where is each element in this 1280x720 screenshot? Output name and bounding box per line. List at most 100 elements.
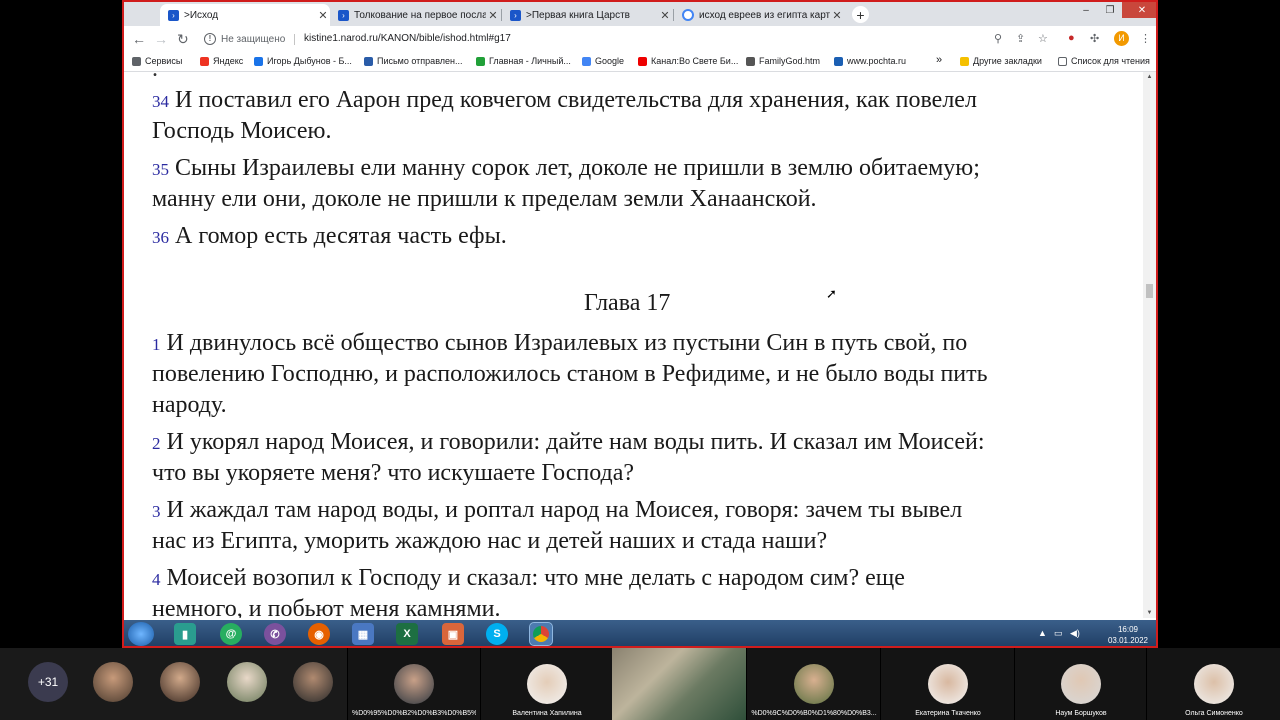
participant-tile[interactable]: Ольга Симоненко: [1146, 648, 1280, 720]
bible-page: . 34И поставил его Аарон пред ковчегом с…: [124, 72, 1145, 618]
scroll-up-icon[interactable]: ▲: [1143, 74, 1156, 80]
verse-35: 35 Сыны Израилевы ели манну сорок лет, до…: [152, 155, 980, 181]
security-indicator[interactable]: ! Не защищено: [204, 33, 285, 45]
scroll-down-icon[interactable]: ▼: [1143, 610, 1156, 616]
yandex-icon: [200, 56, 209, 66]
chrome-icon[interactable]: [529, 622, 553, 646]
reading-list-icon: [1058, 56, 1067, 66]
scrollbar-thumb[interactable]: [1146, 284, 1153, 298]
firefox-icon[interactable]: ◉: [308, 623, 330, 645]
remote-screen: › >Исход ✕ › Толкование на первое послан…: [122, 0, 1158, 648]
participant-tile[interactable]: Валентина Хапилина: [480, 648, 613, 720]
verse-3: 3И жаждал там народ воды, и роптал народ…: [152, 497, 963, 523]
menu-icon[interactable]: ⋮: [1140, 32, 1151, 45]
extension-icon[interactable]: ●: [1068, 32, 1075, 44]
bookmark-pochta[interactable]: www.pochta.ru: [834, 56, 906, 66]
forward-icon[interactable]: →: [154, 31, 168, 47]
tab-ishod[interactable]: › >Исход ✕: [160, 4, 330, 26]
verse-1-cont: народу.: [152, 392, 227, 418]
system-clock[interactable]: 16:09 03.01.2022: [1108, 624, 1148, 646]
viber-icon[interactable]: ✆: [264, 623, 286, 645]
close-tab-icon[interactable]: ✕: [830, 9, 844, 22]
tray-arrow-icon[interactable]: ▲: [1038, 628, 1047, 638]
tab-tolkovanie[interactable]: › Толкование на первое послание ✕: [330, 4, 500, 26]
verse-1-cont: повелению Господню, и расположилось стан…: [152, 361, 988, 387]
youtube-icon: [638, 56, 647, 66]
verse-3-cont: нас из Египта, уморить жаждою нас и дете…: [152, 528, 828, 554]
close-tab-icon[interactable]: ✕: [658, 9, 672, 22]
at-app-icon[interactable]: @: [220, 623, 242, 645]
excel-icon[interactable]: X: [396, 623, 418, 645]
bookmarks-more-button[interactable]: »: [936, 54, 942, 66]
bookmark-familygod[interactable]: FamilyGod.htm: [746, 56, 820, 66]
more-participants-button[interactable]: +31: [28, 662, 68, 702]
reload-icon[interactable]: ↻: [177, 31, 189, 47]
bookmark-favicon-icon: [834, 56, 843, 66]
back-icon[interactable]: ←: [132, 31, 146, 47]
participant-tile[interactable]: Екатерина Ткаченко: [880, 648, 1015, 720]
participant-avatar: [794, 664, 834, 704]
verse-36: 36 А гомор есть десятая часть ефы.: [152, 223, 507, 249]
participant-tile[interactable]: %D0%95%D0%B2%D0%B3%D0%B5%D0%B...: [347, 648, 480, 720]
google-icon: [582, 56, 591, 66]
puzzle-icon[interactable]: ✣: [1090, 32, 1099, 45]
bookmark-youtube[interactable]: Канал:Во Свете Би...: [638, 56, 738, 66]
other-bookmarks[interactable]: Другие закладки: [960, 56, 1042, 66]
google-icon: [682, 9, 694, 21]
participant-avatar: [1194, 664, 1234, 704]
verse-34-cont: Господь Моисею.: [152, 118, 332, 144]
image-app-icon[interactable]: ▣: [442, 623, 464, 645]
reading-list[interactable]: Список для чтения: [1058, 56, 1150, 66]
tab-strip: › >Исход ✕ › Толкование на первое послан…: [124, 2, 1156, 26]
bookmarks-bar: Сервисы Яндекс Игорь Дыбунов - Б... Пись…: [124, 52, 1156, 72]
verse-4-cont: немного, и побьют меня камнями.: [152, 596, 501, 618]
window-controls: – ❐ ✕: [1074, 2, 1156, 18]
bookmark-igor[interactable]: Игорь Дыбунов - Б...: [254, 56, 352, 66]
page-scrollbar[interactable]: ▲ ▼: [1143, 72, 1156, 618]
browser-toolbar: ← → ↻ ! Не защищено kistine1.narod.ru/KA…: [124, 26, 1156, 52]
maximize-icon[interactable]: ❐: [1098, 2, 1122, 18]
participant-avatar[interactable]: [93, 662, 133, 702]
warning-icon: !: [204, 33, 216, 45]
minimize-icon[interactable]: –: [1074, 2, 1098, 18]
skype-icon[interactable]: S: [486, 623, 508, 645]
participant-avatar[interactable]: [293, 662, 333, 702]
windows-taskbar: ▮ @ ✆ ◉ ▦ X ▣ S ▲ ▭ ◀) 16:09 03.01.2022: [124, 620, 1156, 646]
calculator-icon[interactable]: ▦: [352, 623, 374, 645]
participant-avatar: [527, 664, 567, 704]
participant-avatar[interactable]: [227, 662, 267, 702]
page-favicon-icon: ›: [338, 9, 349, 21]
profile-avatar[interactable]: И: [1114, 31, 1129, 46]
participant-avatar: [928, 664, 968, 704]
tab-google-search[interactable]: исход евреев из египта карта – ✕: [674, 4, 844, 26]
bookmark-mail[interactable]: Письмо отправлен...: [364, 56, 463, 66]
bookmark-sber[interactable]: Главная - Личный...: [476, 56, 571, 66]
close-tab-icon[interactable]: ✕: [316, 9, 330, 22]
participant-tile[interactable]: Наум Боршуков: [1014, 648, 1147, 720]
folder-icon: [960, 56, 969, 66]
start-button[interactable]: [128, 622, 154, 646]
apps-icon: [132, 56, 141, 66]
url-divider: [294, 34, 295, 45]
share-icon[interactable]: ⇪: [1016, 32, 1025, 45]
close-tab-icon[interactable]: ✕: [486, 9, 500, 22]
participant-avatar[interactable]: [160, 662, 200, 702]
participant-tile[interactable]: %D0%9C%D0%B0%D1%80%D0%B3...: [746, 648, 881, 720]
url-field[interactable]: kistine1.narod.ru/KANON/bible/ishod.html…: [304, 33, 511, 44]
new-tab-button[interactable]: +: [852, 6, 869, 23]
zoom-icon[interactable]: ⚲: [994, 32, 1002, 45]
chapter-title: Глава 17: [584, 290, 671, 316]
bookmark-yandex[interactable]: Яндекс: [200, 56, 243, 66]
star-icon[interactable]: ☆: [1038, 32, 1048, 45]
bookmark-google[interactable]: Google: [582, 56, 624, 66]
chart-app-icon[interactable]: ▮: [174, 623, 196, 645]
bookmark-services[interactable]: Сервисы: [132, 56, 182, 66]
tab-pervaya-kniga-tsarstv[interactable]: › >Первая книга Царств ✕: [502, 4, 672, 26]
close-window-icon[interactable]: ✕: [1122, 2, 1156, 18]
network-icon[interactable]: ▭: [1054, 628, 1063, 639]
participant-avatar: [1061, 664, 1101, 704]
speaker-video[interactable]: [612, 648, 746, 720]
volume-icon[interactable]: ◀): [1070, 628, 1080, 639]
participant-avatar: [394, 664, 434, 704]
clipped-line: .: [152, 72, 158, 84]
